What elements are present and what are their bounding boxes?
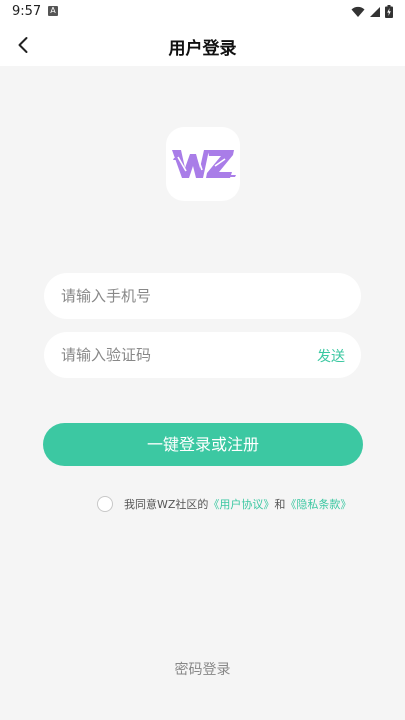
- app-logo: [166, 127, 240, 201]
- phone-input[interactable]: [61, 273, 341, 319]
- status-bar: 9:57 A: [0, 0, 405, 24]
- wifi-icon: [351, 6, 365, 17]
- agreement-prefix: 我同意WZ社区的: [124, 498, 209, 511]
- verification-code-input[interactable]: [61, 332, 281, 378]
- battery-icon: [385, 5, 393, 18]
- page-title: 用户登录: [168, 39, 237, 59]
- status-indicators: [351, 5, 393, 18]
- header: 用户登录: [0, 24, 405, 66]
- wz-logo-icon: [172, 150, 236, 178]
- password-login-link[interactable]: 密码登录: [0, 659, 405, 679]
- agreement-joiner: 和: [274, 498, 286, 511]
- user-agreement-link[interactable]: 《用户协议》: [208, 496, 274, 512]
- notification-icon: A: [48, 6, 58, 16]
- agreement-checkbox[interactable]: [97, 496, 113, 512]
- login-register-button[interactable]: 一键登录或注册: [43, 423, 363, 466]
- status-time: 9:57: [12, 4, 42, 19]
- signal-icon: [370, 6, 380, 17]
- send-code-button[interactable]: 发送: [317, 346, 345, 366]
- code-field: 发送: [44, 332, 361, 378]
- phone-field: [44, 273, 361, 319]
- privacy-policy-link[interactable]: 《隐私条款》: [285, 496, 351, 512]
- agreement-row: 我同意WZ社区的 《用户协议》 和 《隐私条款》: [97, 495, 351, 513]
